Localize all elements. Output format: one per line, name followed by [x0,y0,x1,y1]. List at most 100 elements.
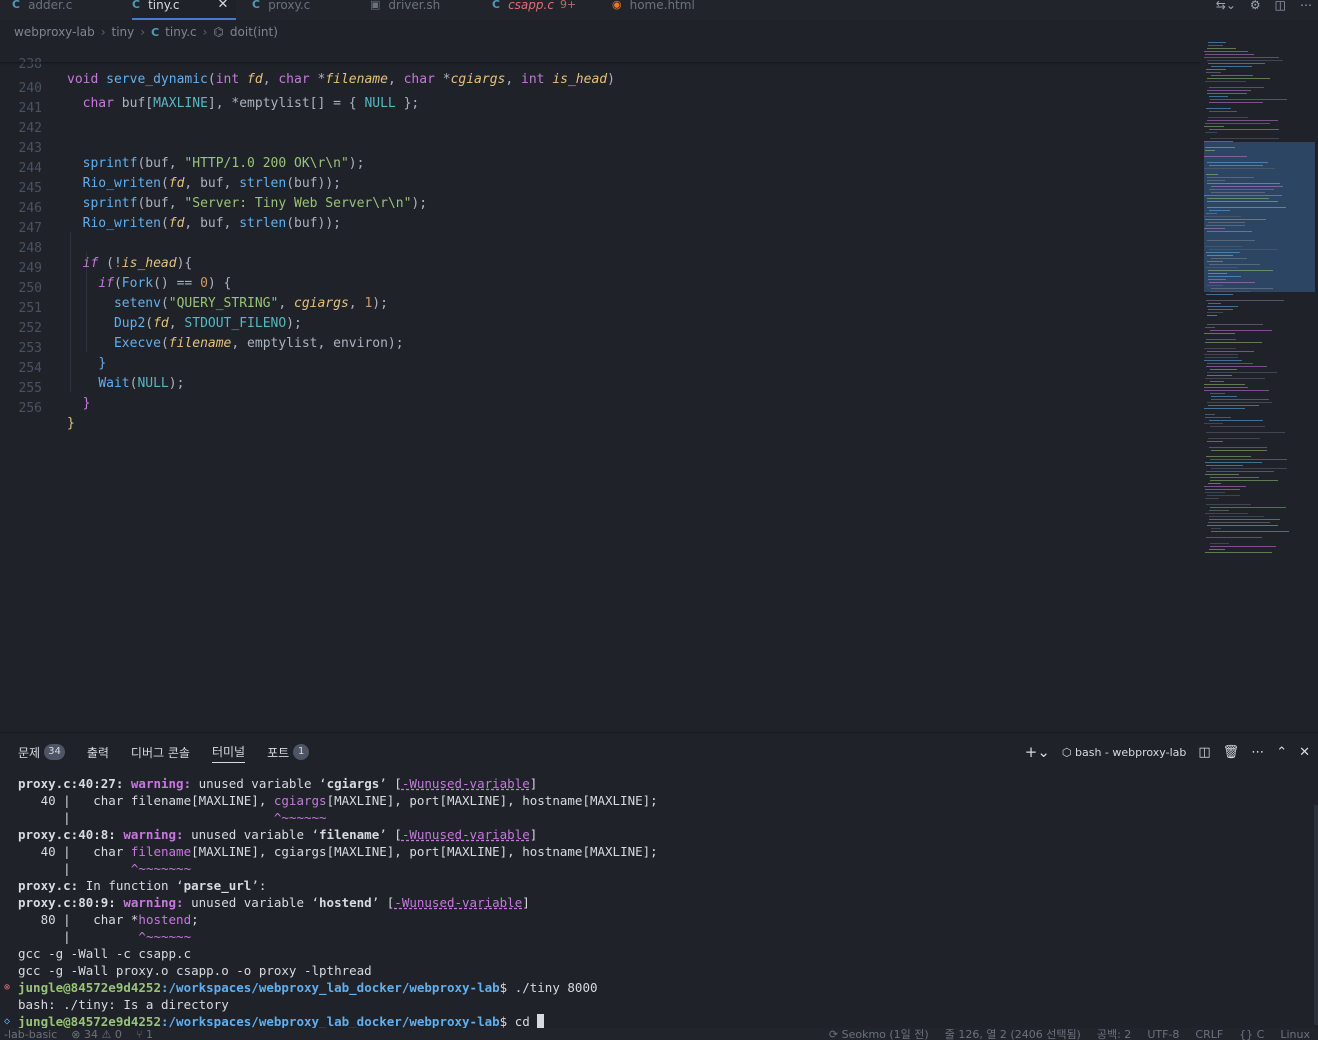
terminal-instance[interactable]: ⬡ bash - webproxy-lab [1062,746,1186,759]
minimap-line [1207,495,1240,496]
tab-label: 터미널 [211,745,246,759]
breadcrumb-folder[interactable]: tiny [112,25,135,39]
minimap-line [1204,57,1279,58]
breadcrumb-symbol[interactable]: doit(int) [230,25,278,39]
minimap-line [1210,330,1272,331]
container-icon: ⬡ [1061,745,1075,759]
status-platform[interactable]: Linux [1280,1029,1310,1040]
minimap-line [1208,42,1226,43]
terminal-line: 40 | char filename[MAXLINE], cgiargs[MAX… [18,793,658,808]
minimap-line [1207,183,1280,184]
tab-debug-console[interactable]: 디버그 콘솔 [131,741,190,763]
minimap-line [1211,186,1283,187]
code-line: 254 Wait(NULL); [0,346,1200,391]
status-cursor-position[interactable]: 줄 126, 열 2 (2406 선택됨) [945,1029,1081,1040]
close-icon[interactable]: ✕ [218,0,229,11]
minimap-line [1205,81,1246,82]
code-line: 243 sprintf(buf, "HTTP/1.0 200 OK\r\n"); [0,126,1200,171]
tab-terminal[interactable]: 터미널 [211,741,246,763]
minimap-line [1210,99,1287,100]
status-branch[interactable]: -lab-basic [4,1029,57,1040]
c-file-icon: C [252,0,261,11]
tab-ports[interactable]: 포트 1 [267,741,310,763]
minimap-line [1207,60,1283,61]
minimap-line [1209,549,1225,550]
status-git-blame[interactable]: ⟳ Seokmo (1일 전) [829,1029,929,1040]
minimap-line [1208,273,1227,274]
minimap-line [1208,45,1223,46]
minimap-line [1207,315,1217,316]
code-line: 250 setenv("QUERY_STRING", cgiargs, 1); [0,266,1200,311]
status-problems[interactable]: ⊗ 34 ⚠ 0 [71,1029,122,1040]
code-line: 244 Rio_writen(fd, buf, strlen(buf)); [0,146,1200,191]
split-terminal-icon[interactable]: ◫ [1198,745,1210,760]
minimap-line [1207,306,1238,307]
tab-problems[interactable]: 문제 34 [18,741,65,763]
minimap-line [1205,342,1262,343]
code-editor[interactable]: 238 void serve_dynamic(int fd, char *fil… [0,42,1200,732]
prompt-user: jungle@84572e9d4252 [18,1014,161,1029]
panel-actions: +⌄ ⬡ bash - webproxy-lab ◫ 🗑 ⋯ ⌃ ✕ [1025,741,1310,763]
minimap-line [1205,474,1239,475]
minimap-line [1208,303,1221,304]
minimap-line [1208,438,1260,439]
tab-home-html[interactable]: ◉ home.html [612,0,695,20]
port-count-badge: 1 [293,744,310,760]
minimap-line [1207,261,1223,262]
tab-driver-sh[interactable]: ▣ driver.sh [370,0,440,20]
code-line: 245 sprintf(buf, "Server: Tiny Web Serve… [0,166,1200,211]
code-line: 241 [0,86,1200,116]
tab-adder-c[interactable]: C adder.c [12,0,72,20]
minimap-line [1209,111,1237,112]
minimap-line [1209,165,1263,166]
minimap-line [1204,141,1233,142]
minimap-line [1204,384,1245,385]
tab-tiny-c[interactable]: C tiny.c ✕ [132,0,236,20]
tab-csapp-c[interactable]: C csapp.c 9+ [492,0,576,20]
minimap-line [1206,225,1245,226]
minimap-line [1208,405,1259,406]
terminal-title: bash - webproxy-lab [1075,745,1187,759]
breadcrumb-root[interactable]: webproxy-lab [14,25,95,39]
status-indentation[interactable]: 공백: 2 [1097,1029,1131,1040]
minimap-line [1209,249,1278,250]
more-actions-icon[interactable]: ⋯ [1251,745,1264,760]
terminal-scrollbar[interactable] [1314,805,1318,1025]
tab-label: tiny.c [148,0,180,12]
minimap-line [1205,132,1217,133]
minimap-line [1205,246,1242,247]
terminal-output[interactable]: proxy.c:40:27: warning: unused variable … [4,775,1308,1030]
minimap-line [1210,477,1259,478]
minimap-line [1210,546,1276,547]
settings-gear-icon[interactable]: ⚙ [1250,0,1261,11]
code-line: 242 [0,106,1200,136]
tab-proxy-c[interactable]: C proxy.c [252,0,310,20]
minimap-line [1208,309,1233,310]
tab-output[interactable]: 출력 [87,741,109,763]
minimap-line [1204,168,1275,169]
code-line: 252 Execve(filename, emptylist, environ)… [0,306,1200,351]
status-encoding[interactable]: UTF-8 [1147,1029,1179,1040]
more-actions-icon[interactable]: ⋯ [1300,0,1312,11]
maximize-panel-icon[interactable]: ⌃ [1276,745,1287,760]
minimap-line [1206,252,1240,253]
minimap-line [1205,414,1215,415]
status-line-ending[interactable]: CRLF [1195,1029,1223,1040]
minimap-line [1210,507,1286,508]
source-control-compare-icon[interactable]: ⇆⌄ [1216,0,1236,11]
minimap-line [1206,432,1285,433]
minimap-line [1210,381,1224,382]
minimap-line [1211,288,1273,289]
minimap-line [1206,471,1274,472]
new-terminal-icon[interactable]: +⌄ [1025,743,1050,761]
minimap-line [1211,468,1287,469]
terminal-line: | ^~~~~~~~ [18,861,192,876]
status-language[interactable]: {} C [1239,1029,1264,1040]
trash-icon[interactable]: 🗑 [1223,745,1240,760]
status-ports[interactable]: ⑂ 1 [136,1029,153,1040]
tab-label: driver.sh [388,0,441,12]
split-editor-icon[interactable]: ◫ [1275,0,1286,11]
breadcrumb-file[interactable]: tiny.c [165,25,196,39]
minimap[interactable] [1200,40,1318,560]
close-panel-icon[interactable]: ✕ [1299,745,1310,760]
